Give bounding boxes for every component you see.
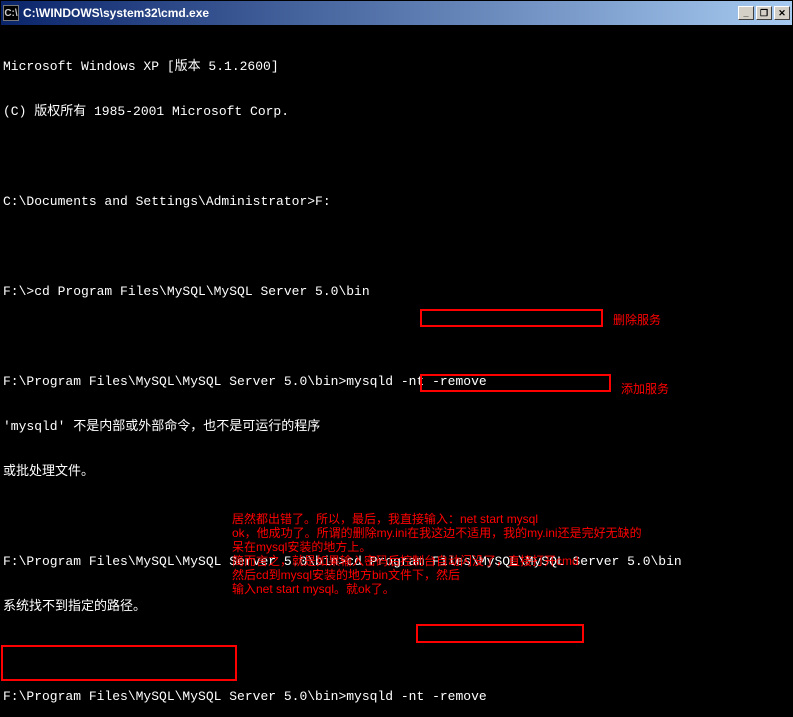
console-line: 系统找不到指定的路径。 — [3, 599, 790, 614]
console-line: 'mysqld' 不是内部或外部命令，也不是可运行的程序 — [3, 419, 790, 434]
console-line: C:\Documents and Settings\Administrator>… — [3, 194, 790, 209]
console-line: F:\Program Files\MySQL\MySQL Server 5.0\… — [3, 554, 790, 569]
console-line: F:\>cd Program Files\MySQL\MySQL Server … — [3, 284, 790, 299]
close-button[interactable]: ✕ — [774, 6, 790, 20]
minimize-button[interactable]: _ — [738, 6, 754, 20]
highlight-box-netstart — [416, 624, 584, 643]
window-controls: _ ❐ ✕ — [738, 6, 790, 20]
console-line — [3, 239, 790, 254]
console-line: F:\Program Files\MySQL\MySQL Server 5.0\… — [3, 374, 790, 389]
console-line: Microsoft Windows XP [版本 5.1.2600] — [3, 59, 790, 74]
maximize-button[interactable]: ❐ — [756, 6, 772, 20]
cmd-window: C:\ C:\WINDOWS\system32\cmd.exe _ ❐ ✕ Mi… — [0, 0, 793, 717]
cmd-icon: C:\ — [3, 5, 19, 21]
annotation-label-remove: 删除服务 — [613, 313, 661, 327]
window-title: C:\WINDOWS\system32\cmd.exe — [23, 6, 738, 20]
console-line — [3, 149, 790, 164]
console-line: F:\Program Files\MySQL\MySQL Server 5.0\… — [3, 689, 790, 704]
highlight-box-remove — [420, 309, 603, 327]
console-line — [3, 509, 790, 524]
console-line: 或批处理文件。 — [3, 464, 790, 479]
console-area[interactable]: Microsoft Windows XP [版本 5.1.2600] (C) 版… — [1, 25, 792, 716]
console-line — [3, 329, 790, 344]
titlebar[interactable]: C:\ C:\WINDOWS\system32\cmd.exe _ ❐ ✕ — [1, 1, 792, 25]
console-line — [3, 644, 790, 659]
console-line: (C) 版权所有 1985-2001 Microsoft Corp. — [3, 104, 790, 119]
